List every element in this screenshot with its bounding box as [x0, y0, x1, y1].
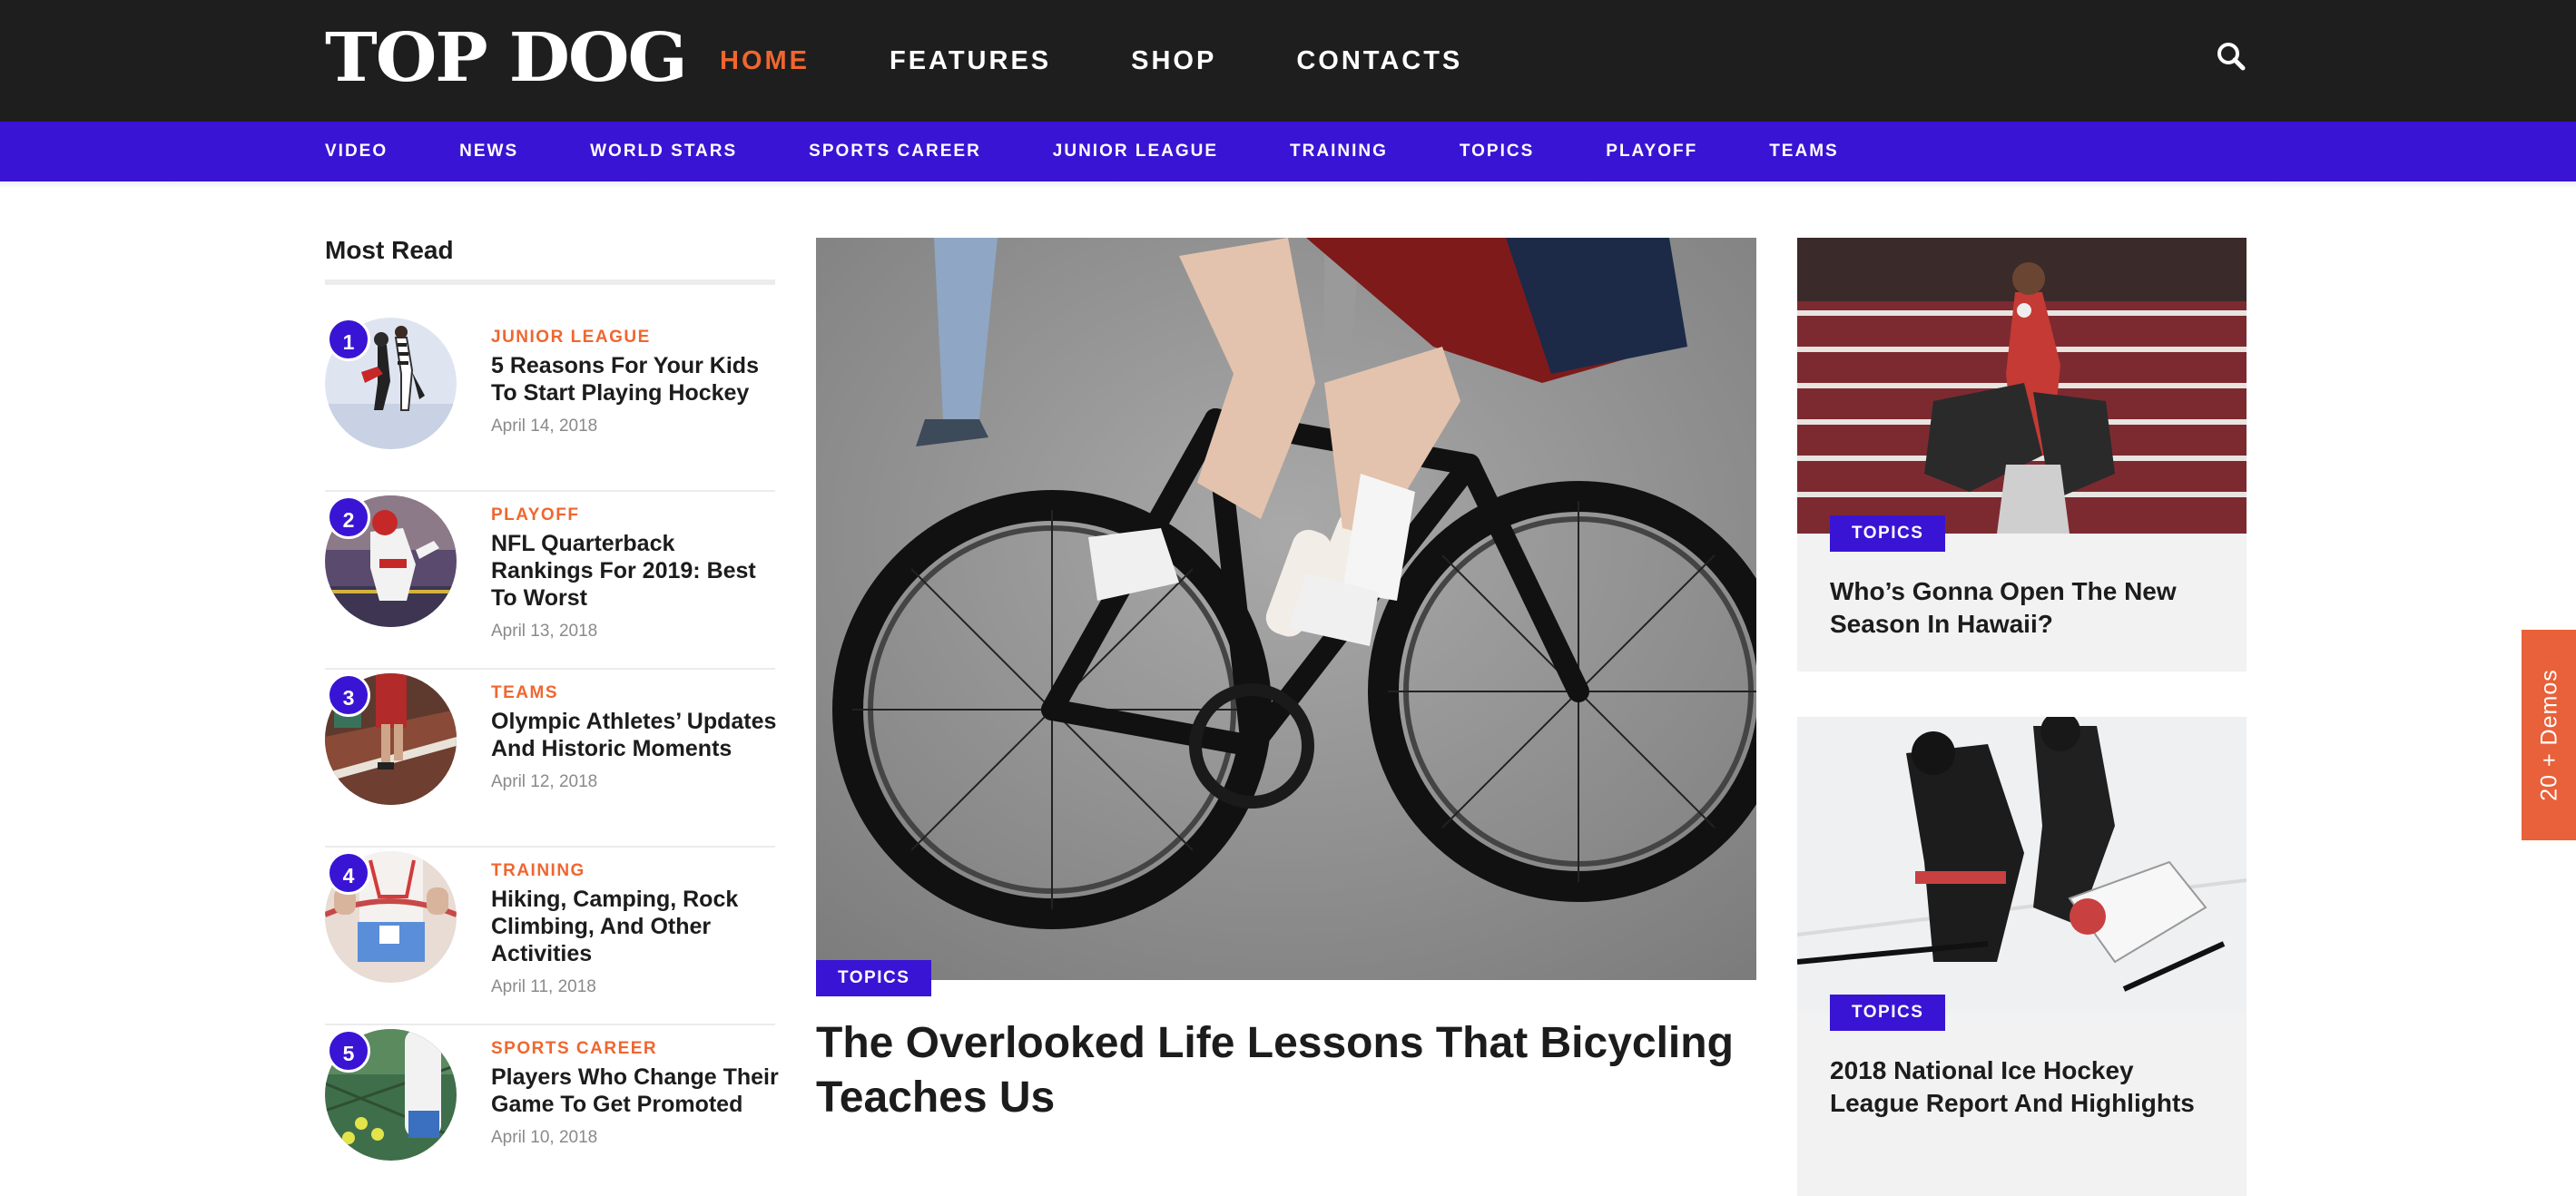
- nav-features[interactable]: FEATURES: [890, 38, 1051, 83]
- most-read-title: Most Read: [325, 236, 454, 264]
- category-teams[interactable]: TEAMS: [1769, 122, 1839, 181]
- item-category[interactable]: JUNIOR LEAGUE: [491, 327, 782, 348]
- rank-number: 5: [327, 1029, 370, 1073]
- rank-number: 4: [327, 851, 370, 895]
- nav-shop[interactable]: SHOP: [1131, 38, 1216, 83]
- nav-contacts[interactable]: CONTACTS: [1296, 38, 1462, 83]
- item-date: April 10, 2018: [491, 1128, 598, 1147]
- category-nav-bar: VIDEO NEWS WORLD STARS SPORTS CAREER JUN…: [0, 122, 2576, 181]
- item-date: April 14, 2018: [491, 417, 598, 436]
- category-training[interactable]: TRAINING: [1290, 122, 1388, 181]
- list-item[interactable]: 5 SPORTS CAREER Players Who Change Their…: [325, 1025, 779, 1196]
- item-date: April 12, 2018: [491, 772, 598, 791]
- ice-hockey-image[interactable]: [1797, 717, 2247, 1013]
- category-sports-career[interactable]: SPORTS CAREER: [809, 122, 981, 181]
- list-item-text: SPORTS CAREER Players Who Change Their G…: [491, 1038, 782, 1149]
- item-headline[interactable]: Olympic Athletes’ Updates And Historic M…: [491, 708, 782, 762]
- category-world-stars[interactable]: WORLD STARS: [590, 122, 737, 181]
- demos-tab[interactable]: 20 + Demos: [2522, 630, 2576, 840]
- card-title[interactable]: Who’s Gonna Open The New Season In Hawai…: [1830, 575, 2220, 641]
- feature-tag[interactable]: TOPICS: [816, 960, 932, 996]
- list-item[interactable]: 1 JUNIOR LEAGUE 5 Reasons For Your Kids …: [325, 314, 775, 492]
- item-date: April 13, 2018: [491, 622, 598, 641]
- item-category[interactable]: SPORTS CAREER: [491, 1038, 782, 1060]
- rank-number: 2: [327, 495, 370, 539]
- category-playoff[interactable]: PLAYOFF: [1606, 122, 1697, 181]
- item-headline[interactable]: 5 Reasons For Your Kids To Start Playing…: [491, 352, 782, 407]
- card-tag[interactable]: TOPICS: [1830, 515, 1946, 552]
- item-headline[interactable]: Players Who Change Their Game To Get Pro…: [491, 1064, 782, 1118]
- list-item-text: JUNIOR LEAGUE 5 Reasons For Your Kids To…: [491, 327, 782, 437]
- nav-shadow: [0, 181, 2576, 189]
- rank-number: 3: [327, 673, 370, 717]
- list-item-text: PLAYOFF NFL Quarterback Rankings For 201…: [491, 505, 782, 642]
- item-date: April 11, 2018: [491, 977, 596, 996]
- most-read-list: 1 JUNIOR LEAGUE 5 Reasons For Your Kids …: [325, 314, 779, 1196]
- item-headline[interactable]: Hiking, Camping, Rock Climbing, And Othe…: [491, 886, 782, 967]
- rank-number: 1: [327, 318, 370, 361]
- demos-tab-label: 20 + Demos: [2536, 669, 2562, 801]
- list-item[interactable]: 3 TEAMS Olympic Athletes’ Updates And Hi…: [325, 670, 776, 848]
- list-item[interactable]: 4 TRAINING Hiking, Camping, Rock Climbin…: [325, 848, 775, 1025]
- top-header: TOP DOG HOME FEATURES SHOP CONTACTS: [0, 0, 2576, 122]
- card-title[interactable]: 2018 National Ice Hockey League Report A…: [1830, 1054, 2220, 1120]
- nav-home[interactable]: HOME: [720, 38, 810, 83]
- item-headline[interactable]: NFL Quarterback Rankings For 2019: Best …: [491, 530, 782, 612]
- list-item-text: TRAINING Hiking, Camping, Rock Climbing,…: [491, 860, 782, 998]
- side-article-card[interactable]: TOPICS 2018 National Ice Hockey League R…: [1797, 717, 2247, 1196]
- side-article-card[interactable]: TOPICS Who’s Gonna Open The New Season I…: [1797, 238, 2247, 672]
- item-category[interactable]: TRAINING: [491, 860, 782, 882]
- item-category[interactable]: PLAYOFF: [491, 505, 782, 526]
- item-category[interactable]: TEAMS: [491, 682, 782, 704]
- category-video[interactable]: VIDEO: [325, 122, 388, 181]
- main-nav: HOME FEATURES SHOP CONTACTS: [720, 38, 1542, 83]
- search-icon[interactable]: [2215, 40, 2247, 73]
- category-news[interactable]: NEWS: [459, 122, 518, 181]
- category-nav: VIDEO NEWS WORLD STARS SPORTS CAREER JUN…: [325, 122, 1911, 181]
- list-item-text: TEAMS Olympic Athletes’ Updates And Hist…: [491, 682, 782, 793]
- card-tag[interactable]: TOPICS: [1830, 995, 1946, 1031]
- feature-cycling-image[interactable]: [816, 238, 1756, 980]
- feature-title[interactable]: The Overlooked Life Lessons That Bicycli…: [816, 1016, 1760, 1125]
- category-topics[interactable]: TOPICS: [1460, 122, 1534, 181]
- rugby-image[interactable]: [1797, 238, 2247, 534]
- category-junior-league[interactable]: JUNIOR LEAGUE: [1053, 122, 1218, 181]
- site-logo[interactable]: TOP DOG: [325, 22, 688, 94]
- list-item[interactable]: 2 PLAYOFF NFL Quarterback Rankings For 2…: [325, 492, 775, 670]
- most-read-divider: [325, 279, 775, 285]
